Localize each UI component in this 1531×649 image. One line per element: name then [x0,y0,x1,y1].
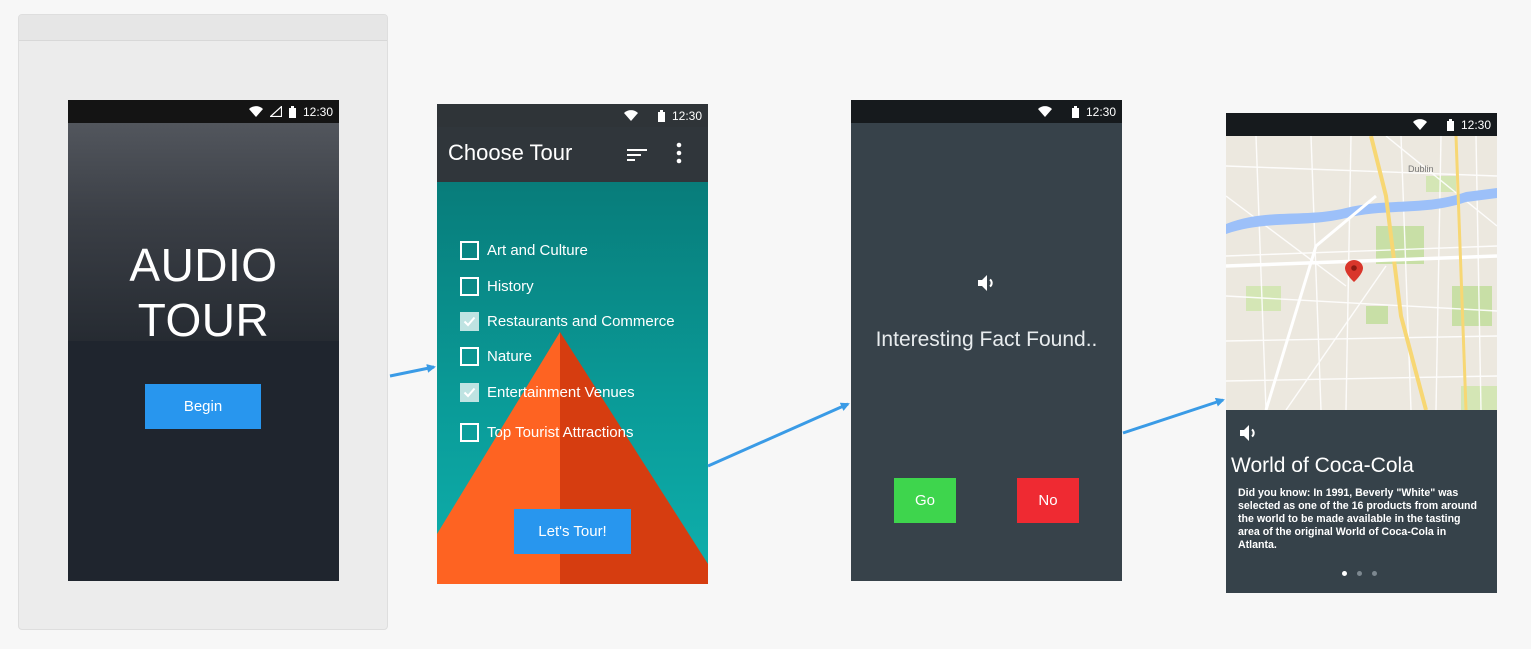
screen-fact-found: 12:30 Interesting Fact Found.. Go No [851,100,1122,581]
lets-tour-button[interactable]: Let's Tour! [514,509,631,554]
city-map[interactable]: Dublin [1226,136,1497,410]
status-bar: 12:30 [1226,113,1497,136]
go-button[interactable]: Go [894,478,956,523]
fact-found-text: Interesting Fact Found.. [875,328,1098,351]
checkbox-unchecked[interactable] [460,423,479,442]
app-bar: Choose Tour [437,127,708,182]
sort-icon[interactable] [625,143,649,167]
page-dot[interactable] [1357,571,1362,576]
battery-icon [657,109,665,122]
battery-icon [1071,105,1079,118]
map-district-label: Dublin [1408,164,1434,174]
app-title-line2: TOUR [137,294,270,346]
tour-option-label: Top Tourist Attractions [487,424,634,441]
tour-option-label: Nature [487,348,533,365]
screen-choose-tour: 12:30 Choose Tour Art and Culture History… [437,104,708,584]
wifi-icon [623,110,638,121]
status-bar: 12:30 [851,100,1122,123]
flow-arrow-2 [707,402,850,468]
tour-option[interactable]: Entertainment Venues [460,383,635,402]
tour-option[interactable]: Top Tourist Attractions [460,423,633,442]
volume-icon[interactable] [975,271,999,295]
screen-welcome: 12:30 AUDIO TOUR Begin [68,100,339,581]
battery-icon [288,105,296,118]
tour-option[interactable]: Art and Culture [460,241,588,260]
page-dot[interactable] [1372,571,1377,576]
tour-option-label: Entertainment Venues [487,384,635,401]
place-title: World of Coca-Cola [1231,454,1414,477]
page-dot[interactable] [1342,571,1347,576]
tour-option[interactable]: Nature [460,347,532,366]
battery-icon [1446,118,1454,131]
flow-arrow-1 [389,363,436,378]
status-bar: 12:30 [68,100,339,123]
status-time: 12:30 [671,108,702,123]
tour-option[interactable]: Restaurants and Commerce [460,312,675,331]
status-bar: 12:30 [437,104,708,127]
signal-icon [269,106,282,117]
app-title: AUDIO TOUR [68,238,339,348]
tour-option[interactable]: History [460,277,534,296]
wifi-icon [1037,106,1052,117]
more-vert-icon[interactable] [669,139,689,169]
status-time: 12:30 [1085,104,1116,119]
checkbox-unchecked[interactable] [460,347,479,366]
checkbox-checked[interactable] [460,383,479,402]
checkbox-unchecked[interactable] [460,241,479,260]
checkbox-checked[interactable] [460,312,479,331]
status-time: 12:30 [1460,117,1491,132]
volume-icon[interactable] [1237,421,1261,445]
place-description: Did you know: In 1991, Beverly "White" w… [1238,487,1477,551]
tour-option-label: Restaurants and Commerce [487,313,675,330]
tour-option-label: History [487,278,534,295]
wifi-icon [248,106,263,117]
screen-place-detail: 12:30 Dublin World of Coca-Cola Did you … [1226,113,1497,593]
page-indicator[interactable] [1342,571,1387,576]
checkbox-unchecked[interactable] [460,277,479,296]
wifi-icon [1412,119,1427,130]
tour-option-label: Art and Culture [487,242,588,259]
page-title: Choose Tour [448,140,573,165]
status-time: 12:30 [302,104,333,119]
frame-header-bar [19,15,387,41]
flow-arrow-3 [1122,397,1225,435]
begin-button[interactable]: Begin [145,384,261,429]
no-button[interactable]: No [1017,478,1079,523]
app-title-line1: AUDIO [129,239,278,291]
